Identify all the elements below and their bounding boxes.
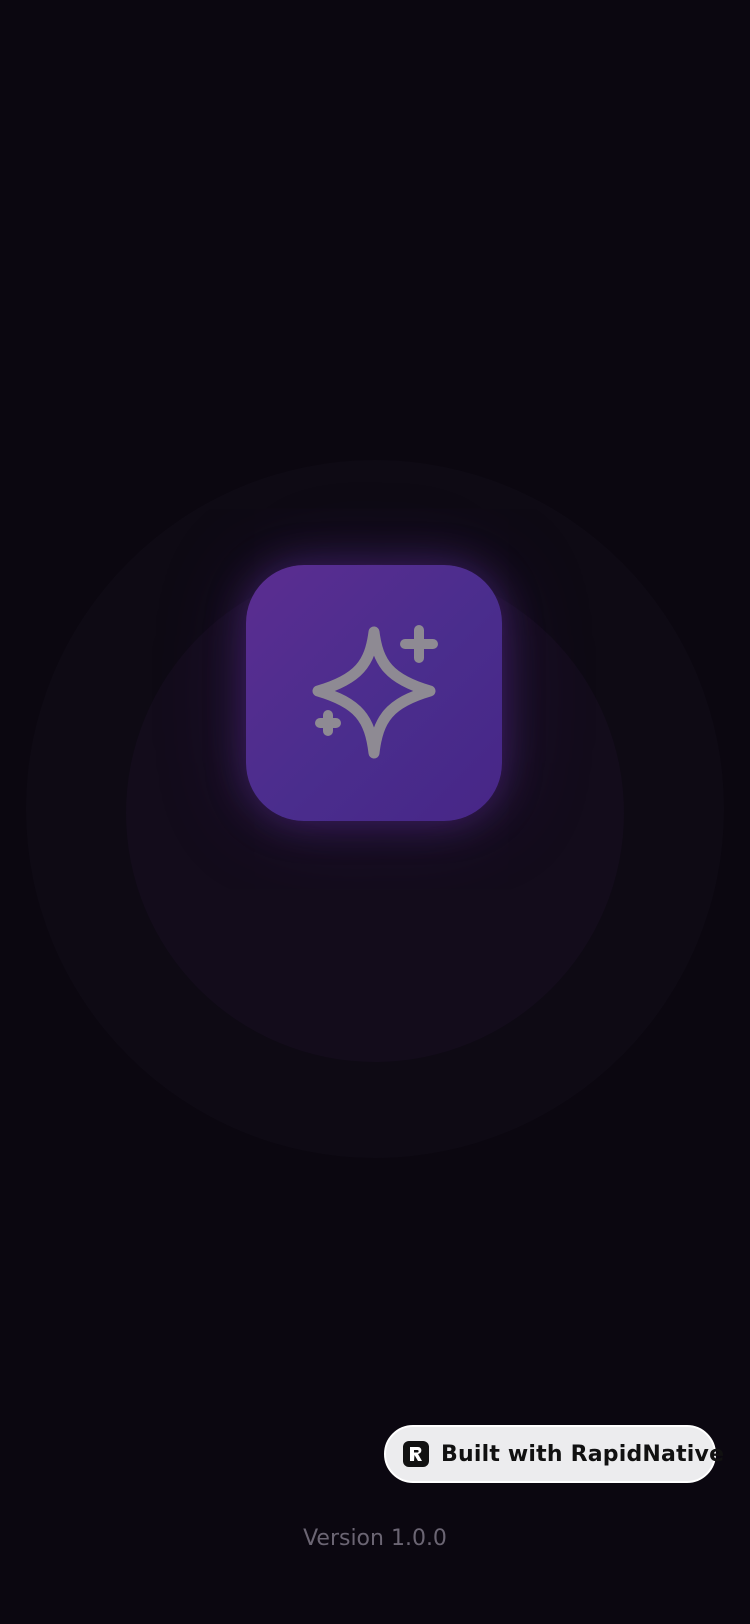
built-with-rapidnative-badge[interactable]: Built with RapidNative [384, 1425, 724, 1483]
badge-label: Built with RapidNative [441, 1441, 725, 1467]
rapidnative-logo-icon [403, 1441, 429, 1467]
app-logo [246, 565, 502, 821]
version-label: Version 1.0.0 [303, 1526, 447, 1551]
sparkles-icon [312, 625, 438, 759]
splash-screen: Built with RapidNative Version 1.0.0 [0, 0, 750, 1624]
